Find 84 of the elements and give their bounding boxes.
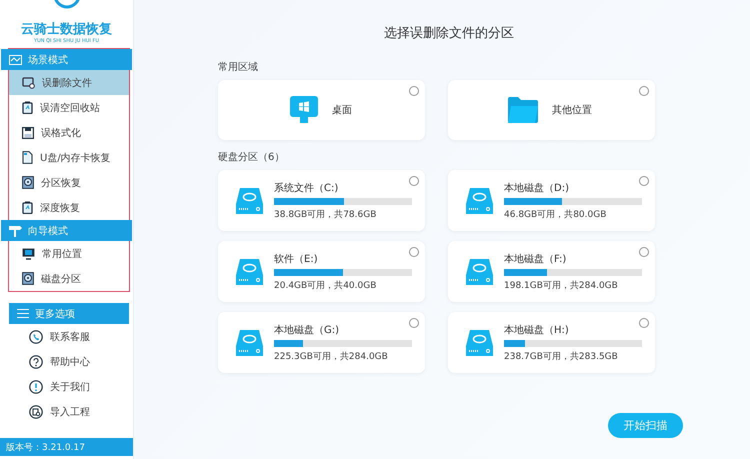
hard-drive-icon: [236, 330, 263, 356]
disk-icon: [22, 272, 34, 285]
trash-bin-icon: [22, 201, 33, 214]
radio-button[interactable]: [639, 176, 649, 186]
hard-drive-icon: [236, 188, 263, 214]
disk-name: 系统文件（C:): [274, 182, 340, 194]
sidebar-item-label: 误删除文件: [42, 76, 92, 90]
section-label: 常用区域: [218, 60, 259, 74]
sidebar-item[interactable]: 关于我们: [9, 374, 129, 399]
hard-drive-icon: [466, 258, 493, 284]
disk-card[interactable]: 软件（E:) 20.4GB可用，共40.0GB: [218, 241, 425, 302]
help-icon: [29, 354, 43, 368]
disk-usage: 238.7GB可用，共283.5GB: [504, 350, 619, 362]
radio-button[interactable]: [639, 318, 649, 328]
folder-icon: [508, 97, 538, 123]
disk-card[interactable]: 本地磁盘（G:) 225.3GB可用，共284.0GB: [218, 312, 425, 373]
import-icon: [29, 404, 43, 418]
sidebar-item-label: 磁盘分区: [41, 272, 81, 286]
version-label: 版本号：3.21.0.17: [0, 438, 133, 456]
sidebar-item-label: 深度恢复: [40, 202, 80, 214]
monitor-icon: [22, 248, 35, 260]
sidebar-item[interactable]: 导入工程: [9, 399, 129, 424]
disk-name: 本地磁盘（D:): [504, 182, 570, 194]
radio-button[interactable]: [409, 176, 419, 186]
location-card[interactable]: 桌面: [218, 80, 425, 140]
sidebar-item[interactable]: 分区恢复: [9, 170, 129, 195]
phone-icon: [29, 330, 43, 344]
section-label: 硬盘分区（6）: [218, 151, 286, 164]
sidebar-item[interactable]: 联系客服: [9, 324, 129, 349]
radio-button[interactable]: [639, 247, 649, 257]
location-label: 桌面: [332, 104, 352, 117]
disk-card[interactable]: 本地磁盘（F:) 198.1GB可用，共284.0GB: [448, 241, 655, 302]
menu-icon: [17, 309, 29, 318]
radio-button[interactable]: [409, 318, 419, 328]
disk-card[interactable]: 本地磁盘（D:) 46.8GB可用，共80.0GB: [448, 170, 655, 231]
section-title: 向导模式: [28, 224, 68, 238]
sidebar-item[interactable]: 磁盘分区: [9, 266, 129, 291]
sidebar-item[interactable]: 误清空回收站: [9, 95, 129, 120]
disk-usage: 225.3GB可用，共284.0GB: [274, 350, 389, 362]
disk-icon: [22, 176, 34, 189]
disk-name: 本地磁盘（H:): [504, 324, 570, 336]
location-card[interactable]: 其他位置: [448, 80, 655, 140]
trash-bin-icon: [22, 101, 33, 114]
disk-name: 本地磁盘（F:): [504, 252, 568, 266]
sidebar-item[interactable]: 深度恢复: [9, 195, 129, 220]
hard-drive-icon: [466, 188, 493, 214]
sidebar-item-label: 误清空回收站: [40, 102, 100, 114]
wave-icon: [9, 54, 22, 64]
disk-name: 软件（E:): [274, 252, 319, 266]
disk-usage: 198.1GB可用，共284.0GB: [504, 280, 619, 292]
hard-drive-icon: [236, 258, 263, 284]
sidebar-item-label: U盘/内存卡恢复: [40, 152, 111, 164]
document-icon: [22, 76, 35, 88]
desktop-icon: [290, 96, 318, 124]
section-title: 场景模式: [28, 54, 68, 66]
disk-name: 本地磁盘（G:): [274, 324, 340, 336]
disk-usage: 46.8GB可用，共80.0GB: [504, 208, 608, 220]
hard-drive-icon: [466, 330, 493, 356]
sidebar-item-label: 误格式化: [41, 126, 81, 140]
sidebar-item-label: 帮助中心: [50, 356, 90, 368]
signpost-icon: [9, 224, 22, 236]
memory-card-icon: [22, 151, 33, 164]
disk-card[interactable]: 系统文件（C:) 38.8GB可用，共78.6GB: [218, 170, 425, 231]
page-title: 选择误删除文件的分区: [383, 25, 515, 42]
sidebar-item-label: 导入工程: [50, 406, 90, 418]
sidebar-item-label: 常用位置: [42, 248, 82, 260]
radio-button[interactable]: [409, 247, 419, 257]
info-icon: [29, 380, 43, 394]
section-title: 更多选项: [35, 308, 75, 320]
location-label: 其他位置: [552, 104, 592, 117]
app-title: 云骑士数据恢复: [21, 21, 112, 38]
sidebar-item-label: 关于我们: [50, 380, 90, 394]
sidebar-item[interactable]: U盘/内存卡恢复: [9, 145, 129, 170]
sidebar-item-label: 分区恢复: [41, 176, 81, 190]
disk-usage: 38.8GB可用，共78.6GB: [274, 208, 378, 220]
disk-usage: 20.4GB可用，共40.0GB: [274, 280, 378, 292]
sidebar-item[interactable]: 误删除文件: [9, 70, 129, 95]
sidebar-item[interactable]: 帮助中心: [9, 349, 129, 374]
radio-button[interactable]: [639, 86, 649, 96]
sidebar-item[interactable]: 误格式化: [9, 120, 129, 145]
sidebar-item-label: 联系客服: [50, 330, 90, 344]
sidebar-item[interactable]: 常用位置: [9, 241, 129, 266]
radio-button[interactable]: [409, 86, 419, 96]
disk-card[interactable]: 本地磁盘（H:) 238.7GB可用，共283.5GB: [448, 312, 655, 373]
